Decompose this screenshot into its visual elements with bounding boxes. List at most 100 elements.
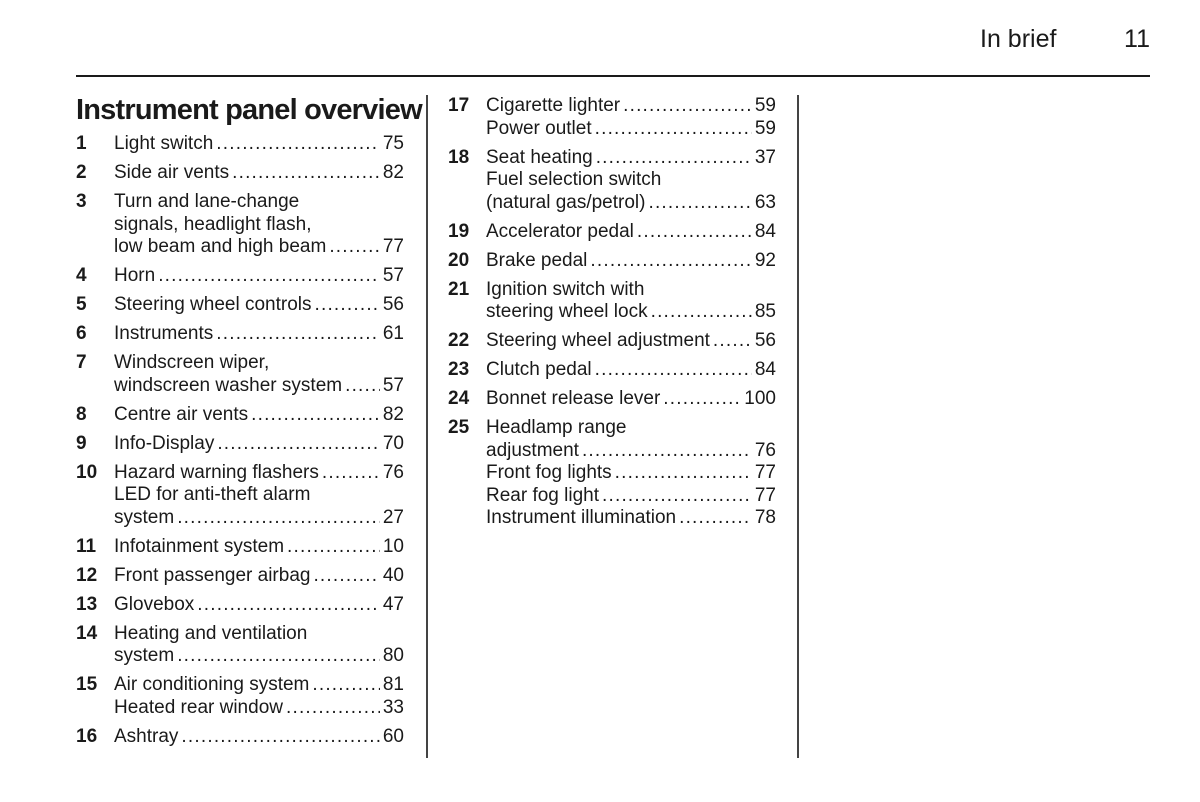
entry-line[interactable]: (natural gas/petrol) 63 [486, 192, 776, 215]
entry-line[interactable]: LED for anti-theft alarm [114, 484, 404, 507]
entry-line[interactable]: system 80 [114, 645, 404, 668]
page-reference[interactable]: 77 [383, 236, 404, 259]
page-reference[interactable]: 76 [755, 440, 776, 463]
entry-number: 2 [76, 162, 87, 183]
entry-line[interactable]: signals, headlight flash, [114, 214, 404, 237]
entry-text: Steering wheel controls [114, 294, 312, 315]
entry-line[interactable]: Power outlet 59 [486, 118, 776, 141]
page-reference[interactable]: 47 [383, 594, 404, 617]
entry-line[interactable]: windscreen washer system 57 [114, 375, 404, 398]
entry-line[interactable]: Side air vents 82 [114, 162, 404, 185]
page-reference[interactable]: 70 [383, 433, 404, 456]
entry-line[interactable]: Steering wheel adjustment 56 [486, 330, 776, 353]
entry-text: Clutch pedal [486, 359, 592, 380]
dot-leader [615, 462, 752, 485]
entry-line[interactable]: steering wheel lock 85 [486, 301, 776, 324]
index-entry: 13 Glovebox 47 [76, 594, 404, 617]
page-reference[interactable]: 27 [383, 507, 404, 530]
page-reference[interactable]: 56 [755, 330, 776, 353]
entry-line[interactable]: Clutch pedal 84 [486, 359, 776, 382]
index-entry: 25Headlamp rangeadjustment76Front fog li… [448, 417, 776, 530]
entry-line[interactable]: Turn and lane-change [114, 191, 404, 214]
page-reference[interactable]: 81 [383, 674, 404, 697]
entry-line[interactable]: Heated rear window 33 [114, 697, 404, 720]
page-reference[interactable]: 37 [755, 147, 776, 170]
entry-number: 15 [76, 674, 98, 695]
entry-line[interactable]: Headlamp range [486, 417, 776, 440]
entry-line[interactable]: system 27 [114, 507, 404, 530]
entry-line[interactable]: Front fog lights 77 [486, 462, 776, 485]
entry-line[interactable]: Cigarette lighter 59 [486, 95, 776, 118]
page-reference[interactable]: 60 [383, 726, 404, 749]
entry-line[interactable]: adjustment 76 [486, 440, 776, 463]
entry-number: 7 [76, 352, 87, 373]
index-entry: 15 Air conditioning system81Heated rear w… [76, 674, 404, 719]
page-reference[interactable]: 100 [744, 388, 776, 411]
page-reference[interactable]: 57 [383, 265, 404, 288]
entry-text: Heating and ventilation [114, 622, 308, 644]
page-reference[interactable]: 59 [755, 118, 776, 141]
page-reference[interactable]: 84 [755, 221, 776, 244]
entry-line[interactable]: Info-Display 70 [114, 433, 404, 456]
page-reference[interactable]: 82 [383, 404, 404, 427]
entry-line[interactable]: Front passenger airbag 40 [114, 565, 404, 588]
entry-line[interactable]: Hazard warning flashers 76 [114, 462, 404, 485]
entry-line[interactable]: low beam and high beam 77 [114, 236, 404, 259]
right-column: 17 Cigarette lighter 59 Power outlet 59 18 Sea… [448, 95, 776, 536]
entry-number: 10 [76, 461, 98, 483]
entry-line[interactable]: Fuel selection switch [486, 169, 776, 192]
page-reference[interactable]: 80 [383, 645, 404, 668]
page-reference[interactable]: 76 [383, 462, 404, 485]
entry-body: Instruments 61 [114, 323, 404, 346]
entry-line[interactable]: Rear fog light 77 [486, 485, 776, 508]
entry-body: Cigarette lighter 59 Power outlet 59 [486, 95, 776, 140]
entry-line[interactable]: Seat heating 37 [486, 147, 776, 170]
entry-number: 24 [448, 388, 470, 409]
entry-line[interactable]: Accelerator pedal 84 [486, 221, 776, 244]
entry-line[interactable]: Bonnet release lever 100 [486, 388, 776, 411]
page-reference[interactable]: 10 [383, 536, 404, 559]
entry-line[interactable]: Centre air vents 82 [114, 404, 404, 427]
entry-number: 1 [76, 133, 87, 154]
page-reference[interactable]: 61 [383, 323, 404, 346]
page-reference[interactable]: 59 [755, 95, 776, 118]
index-entry: 6 Instruments 61 [76, 323, 404, 346]
entry-line[interactable]: Windscreen wiper, [114, 352, 404, 375]
page-reference[interactable]: 57 [383, 375, 404, 398]
entry-text: adjustment [486, 439, 579, 461]
index-entry: 5 Steering wheel controls 56 [76, 294, 404, 317]
entry-line[interactable]: Instruments 61 [114, 323, 404, 346]
entry-text: system [114, 645, 175, 666]
page-reference[interactable]: 82 [383, 162, 404, 185]
index-entry: 8 Centre air vents 82 [76, 404, 404, 427]
page-reference[interactable]: 77 [755, 462, 776, 485]
entry-line[interactable]: Steering wheel controls 56 [114, 294, 404, 317]
entry-number: 16 [76, 725, 98, 747]
entry-line[interactable]: Light switch 75 [114, 133, 404, 156]
index-entry: 4 Horn 57 [76, 265, 404, 288]
entry-line[interactable]: Ashtray 60 [114, 726, 404, 749]
page-reference[interactable]: 78 [755, 507, 776, 530]
entry-line[interactable]: Infotainment system 10 [114, 536, 404, 559]
entry-line[interactable]: Horn 57 [114, 265, 404, 288]
page-reference[interactable]: 85 [755, 301, 776, 324]
dot-leader [315, 294, 380, 317]
page-reference[interactable]: 33 [383, 697, 404, 720]
entry-line[interactable]: Air conditioning system 81 [114, 674, 404, 697]
entry-line[interactable]: Instrument illumination 78 [486, 507, 776, 530]
page-reference[interactable]: 75 [383, 133, 404, 156]
entry-line[interactable]: Brake pedal 92 [486, 250, 776, 273]
entry-number: 17 [448, 95, 470, 116]
page-reference[interactable]: 92 [755, 250, 776, 273]
entry-line[interactable]: Glovebox 47 [114, 594, 404, 617]
page-reference[interactable]: 56 [383, 294, 404, 317]
entry-line[interactable]: Ignition switch with [486, 279, 776, 302]
page-reference[interactable]: 77 [755, 485, 776, 508]
page-reference[interactable]: 84 [755, 359, 776, 382]
entry-text: Glovebox [114, 593, 195, 615]
page-reference[interactable]: 63 [755, 192, 776, 215]
page-reference[interactable]: 40 [383, 565, 404, 588]
entry-line[interactable]: Heating and ventilation [114, 623, 404, 646]
entry-text: Windscreen wiper, [114, 352, 270, 373]
entry-text: Centre air vents [114, 403, 249, 425]
